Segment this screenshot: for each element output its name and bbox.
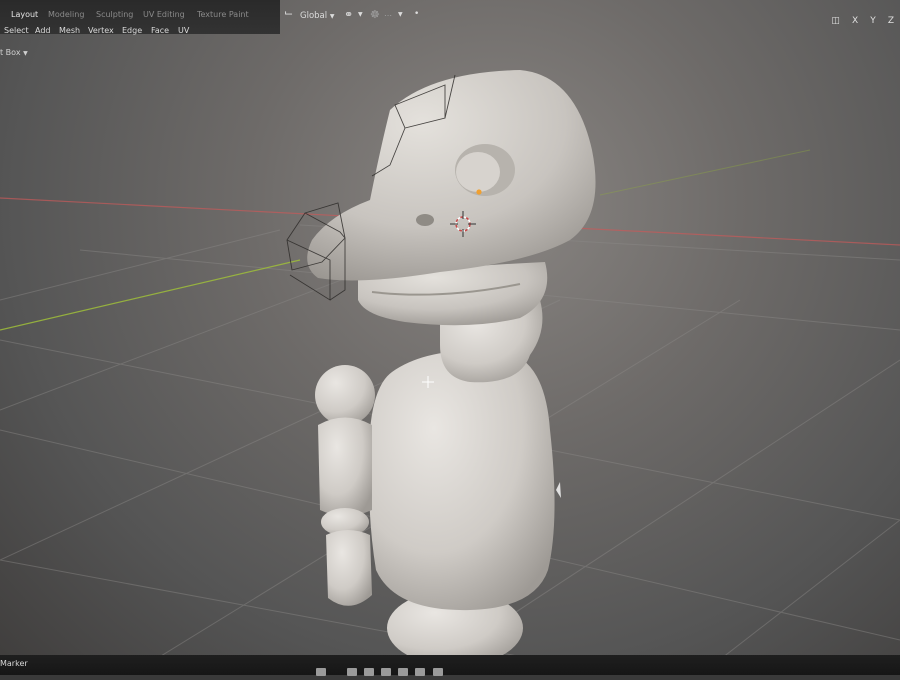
tab-uv-editing[interactable]: UV Editing <box>143 10 185 19</box>
tab-texture-paint[interactable]: Texture Paint <box>197 10 249 19</box>
head-mesh <box>307 70 596 281</box>
pivot-point-icon[interactable]: ⚭ <box>344 8 353 21</box>
viewport-header-controls: ⌙ Global ▼ ⚭ ▼ ☸ ⋯ ▼ • <box>280 6 440 28</box>
forearm-mesh <box>326 530 372 606</box>
tab-modeling[interactable]: Modeling <box>48 10 84 19</box>
menu-mesh[interactable]: Mesh <box>59 26 80 35</box>
close-icon[interactable]: X <box>852 16 858 26</box>
editor-header: Select Add Mesh Vertex Edge Face UV <box>0 20 200 36</box>
chevron-down-icon: ▼ <box>329 13 335 20</box>
menu-face[interactable]: Face <box>151 26 169 35</box>
menu-add[interactable]: Add <box>35 26 51 35</box>
mirror-icon[interactable]: ◫ <box>831 16 840 26</box>
transform-orientation-dropdown[interactable]: Global ▼ <box>300 11 334 21</box>
menu-edge[interactable]: Edge <box>122 26 142 35</box>
chevron-down-icon: ▼ <box>398 11 403 18</box>
proportional-editing-icon[interactable]: • <box>414 9 419 19</box>
menu-select[interactable]: Select <box>4 26 29 35</box>
upper-arm-mesh <box>318 417 372 516</box>
transform-orientation-value: Global <box>300 11 328 21</box>
tool-settings[interactable]: t Box ▼ <box>0 48 28 57</box>
chevron-down-icon: ▼ <box>23 50 28 57</box>
z-axis-icon[interactable]: Z <box>888 16 894 26</box>
object-origin <box>476 189 482 195</box>
playback-controls <box>316 661 445 680</box>
nostril <box>416 214 434 226</box>
tool-label: t Box <box>0 48 21 57</box>
torso-mesh <box>368 350 555 611</box>
y-axis-icon[interactable]: Y <box>870 16 876 26</box>
header-right-controls: ◫ X Y Z <box>824 8 894 27</box>
tab-sculpting[interactable]: Sculpting <box>96 10 133 19</box>
menu-marker[interactable]: Marker <box>0 659 28 668</box>
viewport-scene <box>0 70 900 675</box>
menu-vertex[interactable]: Vertex <box>88 26 114 35</box>
y-axis-line <box>0 259 301 331</box>
snap-icon[interactable]: ☸ <box>370 8 380 21</box>
chevron-down-icon: ▼ <box>358 11 363 18</box>
menu-uv[interactable]: UV <box>178 26 189 35</box>
transform-orientation-icon: ⌙ <box>284 6 294 19</box>
shoulder-sphere <box>315 365 375 425</box>
timeline-bar: Marker <box>0 655 900 676</box>
snap-increment-icon[interactable]: ⋯ <box>384 11 392 20</box>
3d-viewport[interactable] <box>0 0 900 675</box>
tab-layout[interactable]: Layout <box>11 10 38 19</box>
